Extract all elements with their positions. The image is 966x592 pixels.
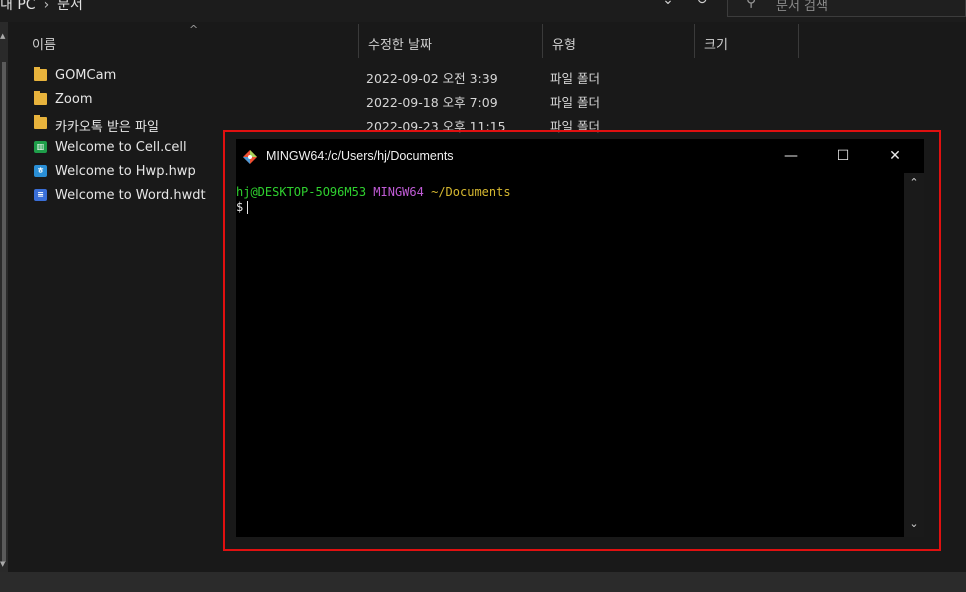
refresh-icon[interactable]: ↻ <box>692 0 712 8</box>
file-name: Zoom <box>55 92 93 107</box>
prompt-user: hj@DESKTOP-5O96M53 <box>236 185 367 199</box>
column-header-date[interactable]: 수정한 날짜 <box>368 34 432 53</box>
minimize-button[interactable]: — <box>768 139 814 173</box>
folder-icon <box>34 67 47 81</box>
breadcrumb-item-documents[interactable]: 문서 <box>57 0 83 13</box>
text-cursor <box>247 201 249 214</box>
nav-pane-scrollbar[interactable]: ▲ ▼ <box>0 22 8 572</box>
terminal-scrollbar[interactable]: ⌃ ⌄ <box>904 173 924 537</box>
window-title: MINGW64:/c/Users/hj/Documents <box>266 149 454 163</box>
close-button[interactable]: ✕ <box>872 139 918 173</box>
cell-doc-icon: ▥ <box>34 141 47 153</box>
word-doc-icon: ≡ <box>34 189 47 201</box>
search-icon: ⚲ <box>746 0 757 10</box>
terminal-output[interactable]: hj@DESKTOP-5O96M53 MINGW64 ~/Documents $ <box>236 185 904 535</box>
chevron-down-icon[interactable]: ⌄ <box>904 517 924 530</box>
search-input[interactable]: ⚲ 문서 검색 <box>727 0 966 17</box>
file-name: Welcome to Cell.cell <box>55 140 187 155</box>
command-line[interactable]: $ <box>236 200 904 215</box>
prompt-line: hj@DESKTOP-5O96M53 MINGW64 ~/Documents <box>236 185 904 200</box>
prompt-host: MINGW64 <box>373 185 424 199</box>
breadcrumb[interactable]: 내 PC › 문서 <box>0 0 83 16</box>
file-name: Welcome to Word.hwdt <box>55 188 206 203</box>
prompt-path: ~/Documents <box>431 185 511 199</box>
list-item[interactable]: Zoom 2022-09-18 오후 7:09 파일 폴더 <box>30 88 650 112</box>
folder-icon <box>34 91 47 105</box>
maximize-button[interactable]: ☐ <box>820 139 866 173</box>
git-bash-icon <box>243 150 257 164</box>
scroll-up-icon[interactable]: ▲ <box>0 32 5 40</box>
scrollbar-thumb[interactable] <box>2 62 6 562</box>
column-headers: ^ 이름 수정한 날짜 유형 크기 <box>8 23 966 60</box>
column-divider[interactable] <box>358 24 359 58</box>
window-titlebar[interactable]: MINGW64:/c/Users/hj/Documents — ☐ ✕ <box>236 139 924 173</box>
file-type: 파일 폴더 <box>550 95 600 110</box>
git-bash-window[interactable]: MINGW64:/c/Users/hj/Documents — ☐ ✕ hj@D… <box>236 139 924 537</box>
column-header-size[interactable]: 크기 <box>704 34 728 53</box>
file-name: 카카오톡 받은 파일 <box>55 120 159 135</box>
hwp-doc-icon: ㅎ <box>34 165 47 177</box>
column-divider[interactable] <box>798 24 799 58</box>
breadcrumb-separator: › <box>43 0 50 13</box>
file-date: 2022-09-18 오후 7:09 <box>366 95 498 110</box>
explorer-address-bar: 내 PC › 문서 ⌄ ↻ ⚲ 문서 검색 <box>0 0 966 22</box>
file-name: Welcome to Hwp.hwp <box>55 164 196 179</box>
column-divider[interactable] <box>694 24 695 58</box>
file-date: 2022-09-02 오전 3:39 <box>366 71 498 86</box>
chevron-down-icon[interactable]: ⌄ <box>658 0 678 8</box>
folder-icon <box>34 115 47 129</box>
sort-ascending-icon: ^ <box>189 23 199 36</box>
scroll-down-icon[interactable]: ▼ <box>0 560 5 568</box>
breadcrumb-item-this-pc[interactable]: 내 PC <box>0 0 36 13</box>
search-placeholder: 문서 검색 <box>776 0 828 14</box>
column-header-name[interactable]: 이름 <box>32 34 56 53</box>
prompt-symbol: $ <box>236 200 244 214</box>
status-bar <box>0 572 966 592</box>
list-item[interactable]: GOMCam 2022-09-02 오전 3:39 파일 폴더 <box>30 64 650 88</box>
chevron-up-icon[interactable]: ⌃ <box>904 176 924 189</box>
column-divider[interactable] <box>542 24 543 58</box>
file-type: 파일 폴더 <box>550 71 600 86</box>
file-name: GOMCam <box>55 68 117 83</box>
column-header-type[interactable]: 유형 <box>552 34 576 53</box>
